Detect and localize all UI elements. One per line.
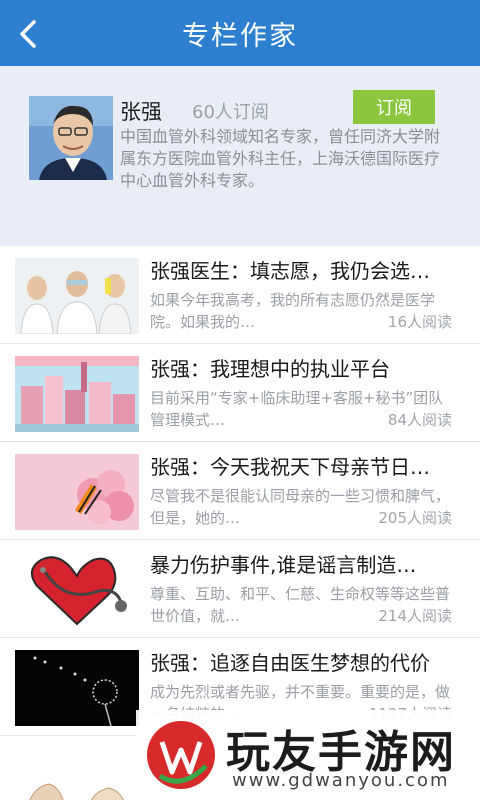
article-title: 张强：今天我祝天下母亲节日… [150,455,430,479]
author-profile: 张强 60人订阅 订阅 中国血管外科领域知名专家，曾任同济大学附属东方医院血管外… [0,66,480,246]
article-title: 张强：追逐自由医生梦想的代价 [150,651,430,675]
navbar: 专栏作家 [0,0,480,66]
article-title: 张强：我理想中的执业平台 [150,357,390,381]
list-item[interactable]: 张强医生：填志愿，我仍会选… 如果今年我高考，我的所有志愿仍然是医学院。如果我的… [0,246,480,344]
watermark: 玩友手游网 www.gdwanyou.com [136,710,480,800]
read-count: 16人阅读 [383,311,452,332]
article-thumbnail [15,454,139,530]
article-thumbnail [15,258,139,334]
article-thumbnail [15,748,139,800]
read-count: 214人阅读 [374,605,452,626]
list-item[interactable]: 暴力伤护事件,谁是谣言制造… 尊重、互助、和平、仁慈、生命权等等这些普世价值，就… [0,540,480,638]
author-bio: 中国血管外科领域知名专家，曾任同济大学附属东方医院血管外科主任，上海沃德国际医疗… [120,127,441,190]
read-count: 205人阅读 [374,507,452,528]
read-count: 84人阅读 [383,409,452,430]
watermark-logo-icon [147,721,215,789]
page-title: 专栏作家 [182,21,298,52]
list-item[interactable]: 张强：我理想中的执业平台 目前采用“专家+临床助理+客服+秘书”团队管理模式… … [0,344,480,442]
watermark-url: www.gdwanyou.com [232,770,450,791]
article-thumbnail [15,552,139,628]
subscriber-count: 60人订阅 [192,102,269,123]
list-item[interactable]: 张强：今天我祝天下母亲节日… 尽管我不是很能认同母亲的一些习惯和脾气，但是，她的… [0,442,480,540]
subscribe-button[interactable]: 订阅 [353,90,435,124]
avatar [29,96,113,180]
article-thumbnail [15,650,139,726]
author-name: 张强 [120,100,162,124]
article-title: 张强医生：填志愿，我仍会选… [150,259,430,283]
article-title: 暴力伤护事件,谁是谣言制造… [150,553,417,577]
article-thumbnail [15,356,139,432]
